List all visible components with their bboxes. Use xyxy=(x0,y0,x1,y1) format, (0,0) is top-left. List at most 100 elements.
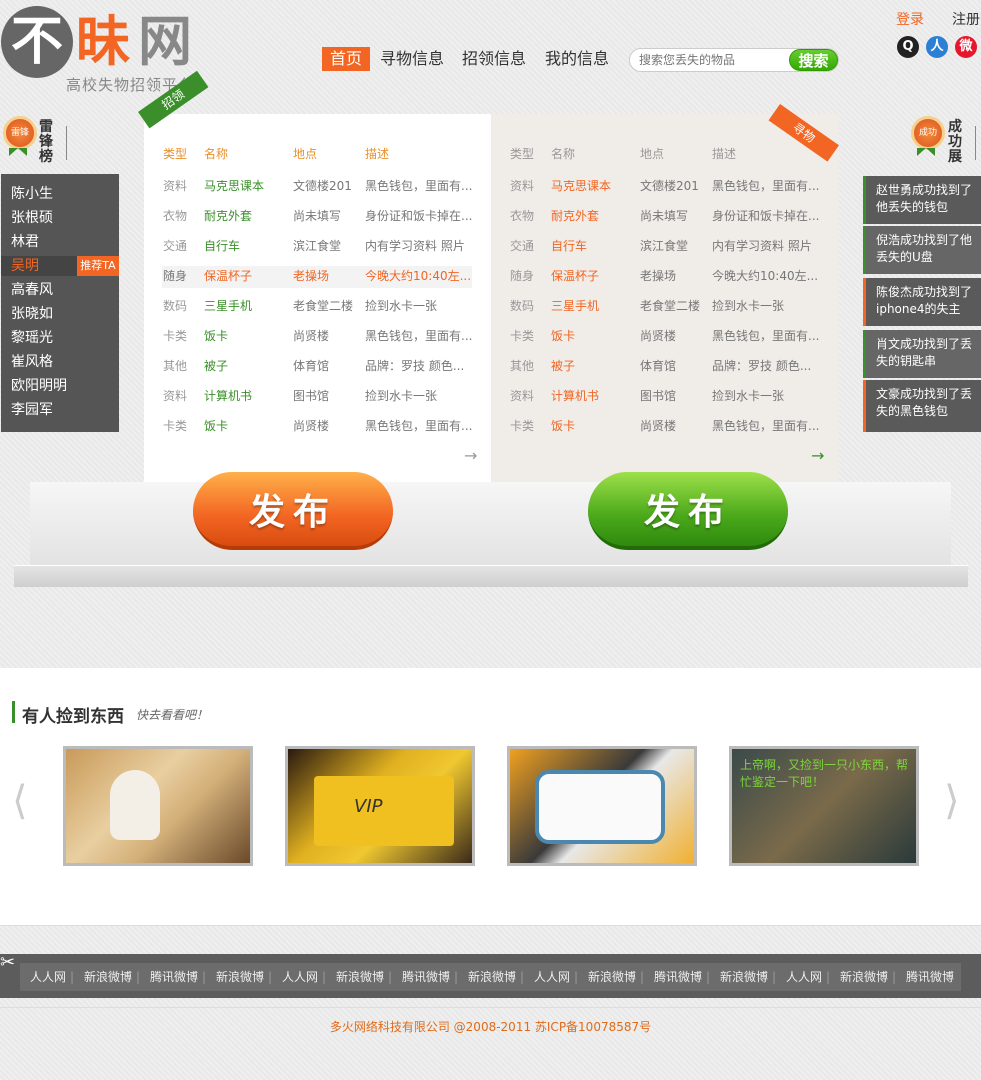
success-item[interactable]: 肖文成功找到了丢失的钥匙串 xyxy=(863,330,981,378)
row-place: 文德楼201 xyxy=(293,179,352,193)
row-name[interactable]: 保温杯子 xyxy=(551,266,599,286)
row-name[interactable]: 饭卡 xyxy=(204,416,228,436)
rank-name[interactable]: 张晓如 xyxy=(11,302,53,326)
row-name[interactable]: 被子 xyxy=(204,356,228,376)
row-place: 尚贤楼 xyxy=(640,419,677,433)
footer-link[interactable]: 人人网 xyxy=(282,963,318,991)
row-name[interactable]: 饭卡 xyxy=(551,326,575,346)
more-arrow-icon[interactable]: → xyxy=(811,446,824,465)
rank-name[interactable]: 陈小生 xyxy=(11,182,53,206)
success-item[interactable]: 文豪成功找到了丢失的黑色钱包 xyxy=(863,380,981,432)
row-type: 其他 xyxy=(510,359,535,373)
register-link[interactable]: 注册 xyxy=(952,9,980,29)
qq-icon[interactable]: Q xyxy=(897,36,919,58)
publish-lost-button[interactable]: 发布 xyxy=(588,472,788,550)
nav-my-info[interactable]: 我的信息 xyxy=(537,47,617,71)
rank-name[interactable]: 张根硕 xyxy=(11,206,53,230)
row-place: 滨江食堂 xyxy=(293,239,342,253)
row-type: 卡类 xyxy=(510,419,535,433)
rank-name-active[interactable]: 吴明 xyxy=(11,254,39,278)
row-desc: 黑色钱包，里面有... xyxy=(365,419,473,433)
footer-link[interactable]: 新浪微博 xyxy=(84,963,132,991)
footer-link[interactable]: 腾讯微博 xyxy=(402,963,450,991)
row-name[interactable]: 马克思课本 xyxy=(204,176,264,196)
footer-link[interactable]: 新浪微博 xyxy=(720,963,768,991)
row-name[interactable]: 保温杯子 xyxy=(204,266,252,286)
row-name[interactable]: 饭卡 xyxy=(551,416,575,436)
carousel-next-icon[interactable]: ⟩ xyxy=(944,778,960,824)
row-type: 资料 xyxy=(163,389,188,403)
row-type: 随身 xyxy=(163,269,188,283)
rank-name[interactable]: 欧阳明明 xyxy=(11,374,67,398)
dog-photo xyxy=(110,770,160,840)
footer-link[interactable]: 腾讯微博 xyxy=(654,963,702,991)
footer-link[interactable]: 腾讯微博 xyxy=(906,963,954,991)
row-name[interactable]: 自行车 xyxy=(551,236,587,256)
thumb-caption: 上帝啊，又捡到一只小东西，帮忙鉴定一下吧！ xyxy=(740,758,909,789)
row-place: 尚贤楼 xyxy=(640,329,677,343)
success-item[interactable]: 倪浩成功找到了他丢失的U盘 xyxy=(863,226,981,274)
row-name[interactable]: 饭卡 xyxy=(204,326,228,346)
footer-link[interactable]: 人人网 xyxy=(534,963,570,991)
carousel-prev-icon[interactable]: ⟨ xyxy=(12,778,28,824)
footer-link[interactable]: 新浪微博 xyxy=(588,963,636,991)
row-name[interactable]: 三星手机 xyxy=(204,296,252,316)
nav-home[interactable]: 首页 xyxy=(322,47,371,71)
col-header-desc: 描述 xyxy=(712,147,737,161)
row-name[interactable]: 耐克外套 xyxy=(204,206,252,226)
down-arrow-icon xyxy=(66,126,67,160)
row-name[interactable]: 被子 xyxy=(551,356,575,376)
rank-name[interactable]: 黎瑶光 xyxy=(11,326,53,350)
success-item[interactable]: 陈俊杰成功找到了iphone4的失主 xyxy=(863,278,981,326)
row-name[interactable]: 计算机书 xyxy=(551,386,599,406)
search-button[interactable]: 搜索 xyxy=(789,49,838,71)
footer-link[interactable]: 人人网 xyxy=(786,963,822,991)
shelf-top xyxy=(30,482,951,568)
row-place: 滨江食堂 xyxy=(640,239,689,253)
success-item[interactable]: 赵世勇成功找到了他丢失的钱包 xyxy=(863,176,981,224)
rank-name[interactable]: 高春风 xyxy=(11,278,53,302)
row-name[interactable]: 耐克外套 xyxy=(551,206,599,226)
footer-link[interactable]: 腾讯微博 xyxy=(150,963,198,991)
footer-link[interactable]: 新浪微博 xyxy=(840,963,888,991)
footer-separator: | xyxy=(640,970,645,984)
row-type: 卡类 xyxy=(163,329,188,343)
row-name[interactable]: 自行车 xyxy=(204,236,240,256)
footer-link[interactable]: 新浪微博 xyxy=(216,963,264,991)
footer-link[interactable]: 新浪微博 xyxy=(336,963,384,991)
row-type: 资料 xyxy=(510,179,535,193)
footer-separator: | xyxy=(772,970,777,984)
weibo-icon[interactable]: 微 xyxy=(955,36,977,58)
row-desc: 黑色钱包，里面有... xyxy=(365,179,473,193)
row-desc: 捡到水卡一张 xyxy=(365,299,438,313)
col-header-type: 类型 xyxy=(163,147,188,161)
rank-name[interactable]: 李园军 xyxy=(11,398,53,422)
row-place: 文德楼201 xyxy=(640,179,699,193)
footer-link[interactable]: 新浪微博 xyxy=(468,963,516,991)
publish-found-button[interactable]: 发布 xyxy=(193,472,393,550)
footer-link[interactable]: 人人网 xyxy=(30,963,66,991)
nav-found-info[interactable]: 招领信息 xyxy=(454,47,534,71)
row-desc: 捡到水卡一张 xyxy=(365,389,438,403)
nav-lost-info[interactable]: 寻物信息 xyxy=(372,47,452,71)
rank-name[interactable]: 崔风格 xyxy=(11,350,53,374)
login-link[interactable]: 登录 xyxy=(896,9,924,29)
recommend-button[interactable]: 推荐TA xyxy=(77,256,119,276)
row-place: 图书馆 xyxy=(640,389,677,403)
row-type: 卡类 xyxy=(163,419,188,433)
logo-char-2: 昧 xyxy=(76,9,130,73)
rank-name[interactable]: 林君 xyxy=(11,230,39,254)
leifeng-rank-title: 雷锋榜 xyxy=(39,119,53,165)
search-input[interactable] xyxy=(639,50,789,70)
phone-photo xyxy=(535,770,665,844)
row-place: 尚未填写 xyxy=(293,209,342,223)
ribbon-tail xyxy=(917,148,935,156)
row-type: 数码 xyxy=(163,299,188,313)
row-desc: 品牌：罗技 颜色... xyxy=(712,359,812,373)
renren-icon[interactable]: 人 xyxy=(926,36,948,58)
more-arrow-icon[interactable]: → xyxy=(464,446,477,465)
row-name[interactable]: 三星手机 xyxy=(551,296,599,316)
row-name[interactable]: 计算机书 xyxy=(204,386,252,406)
row-name[interactable]: 马克思课本 xyxy=(551,176,611,196)
row-desc: 黑色钱包，里面有... xyxy=(712,179,820,193)
